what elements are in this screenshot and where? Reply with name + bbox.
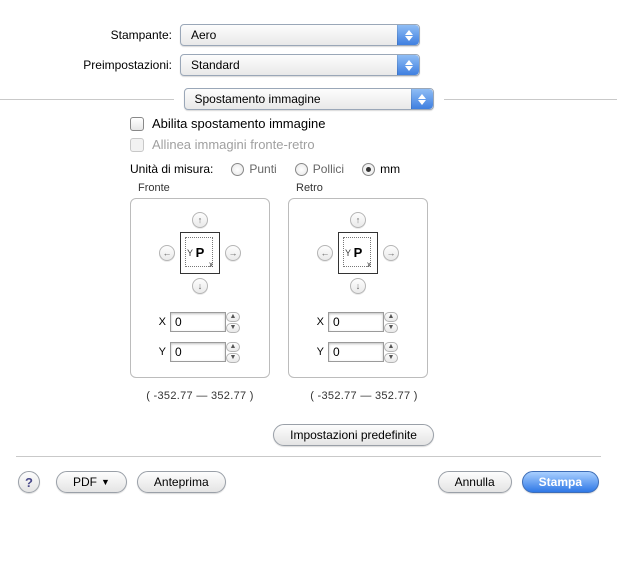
back-page-preview: Y P x <box>338 232 378 274</box>
stepper-down-icon: ▼ <box>226 323 240 333</box>
back-up-button[interactable]: ↑ <box>350 212 366 228</box>
back-y-input[interactable]: 0 <box>328 342 384 362</box>
stepper-down-icon: ▼ <box>384 323 398 333</box>
back-y-label: Y <box>314 346 328 358</box>
back-title: Retro <box>296 182 428 194</box>
unit-points-radio[interactable]: Punti <box>231 162 276 176</box>
section-select[interactable]: Spostamento immagine <box>184 88 434 110</box>
back-x-label: X <box>314 316 328 328</box>
unit-mm-radio[interactable]: mm <box>362 162 400 176</box>
presets-select[interactable]: Standard <box>180 54 420 76</box>
front-title: Fronte <box>138 182 270 194</box>
back-group: Retro ↑ ← Y P x → <box>288 182 428 378</box>
presets-value: Standard <box>191 58 240 72</box>
back-x-stepper[interactable]: ▲ ▼ <box>384 312 402 333</box>
preview-button[interactable]: Anteprima <box>137 471 226 493</box>
stepper-up-icon: ▲ <box>226 342 240 352</box>
chevron-down-icon: ▼ <box>101 477 110 487</box>
front-group: Fronte ↑ ← Y P x → <box>130 182 270 378</box>
print-button[interactable]: Stampa <box>522 471 599 493</box>
front-y-label: Y <box>156 346 170 358</box>
front-up-button[interactable]: ↑ <box>192 212 208 228</box>
divider <box>0 99 174 100</box>
stepper-up-icon: ▲ <box>384 342 398 352</box>
printer-label: Stampante: <box>0 28 180 42</box>
stepper-up-icon: ▲ <box>384 312 398 322</box>
select-arrows-icon <box>411 89 433 109</box>
front-x-input[interactable]: 0 <box>170 312 226 332</box>
front-range: ( -352.77 — 352.77 ) <box>130 390 270 402</box>
divider <box>444 99 617 100</box>
radio-icon <box>295 163 308 176</box>
printer-value: Aero <box>191 28 216 42</box>
back-x-input[interactable]: 0 <box>328 312 384 332</box>
unit-inches-radio[interactable]: Pollici <box>295 162 344 176</box>
enable-shift-checkbox[interactable] <box>130 117 144 131</box>
presets-label: Preimpostazioni: <box>0 58 180 72</box>
back-y-stepper[interactable]: ▲ ▼ <box>384 342 402 363</box>
enable-shift-label: Abilita spostamento immagine <box>152 116 325 131</box>
front-down-button[interactable]: ↓ <box>192 278 208 294</box>
front-y-input[interactable]: 0 <box>170 342 226 362</box>
select-arrows-icon <box>397 25 419 45</box>
front-page-preview: Y P x <box>180 232 220 274</box>
front-y-stepper[interactable]: ▲ ▼ <box>226 342 244 363</box>
front-left-button[interactable]: ← <box>159 245 175 261</box>
align-duplex-label: Allinea immagini fronte-retro <box>152 137 315 152</box>
back-range: ( -352.77 — 352.77 ) <box>294 390 434 402</box>
stepper-down-icon: ▼ <box>384 353 398 363</box>
select-arrows-icon <box>397 55 419 75</box>
pdf-button[interactable]: PDF▼ <box>56 471 127 493</box>
front-x-label: X <box>156 316 170 328</box>
stepper-down-icon: ▼ <box>226 353 240 363</box>
back-down-button[interactable]: ↓ <box>350 278 366 294</box>
front-x-stepper[interactable]: ▲ ▼ <box>226 312 244 333</box>
back-left-button[interactable]: ← <box>317 245 333 261</box>
align-duplex-checkbox <box>130 138 144 152</box>
back-right-button[interactable]: → <box>383 245 399 261</box>
defaults-button[interactable]: Impostazioni predefinite <box>273 424 434 446</box>
front-right-button[interactable]: → <box>225 245 241 261</box>
radio-icon <box>362 163 375 176</box>
section-value: Spostamento immagine <box>195 92 321 106</box>
stepper-up-icon: ▲ <box>226 312 240 322</box>
help-button[interactable]: ? <box>18 471 40 493</box>
units-label: Unità di misura: <box>130 162 213 176</box>
cancel-button[interactable]: Annulla <box>438 471 512 493</box>
radio-icon <box>231 163 244 176</box>
printer-select[interactable]: Aero <box>180 24 420 46</box>
